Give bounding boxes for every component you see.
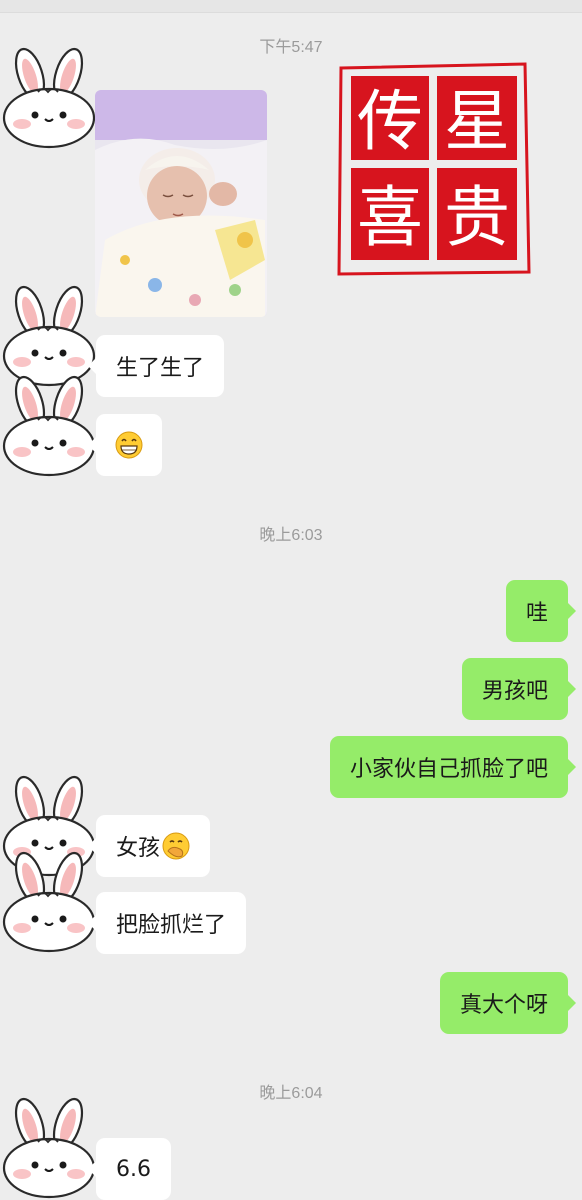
- message-bubble[interactable]: 女孩: [87, 815, 211, 877]
- message-bubble[interactable]: 6.6: [88, 1138, 171, 1200]
- top-divider: [0, 0, 582, 13]
- timestamp: 晚上6:03: [259, 527, 323, 544]
- message-text: 真大个呀: [459, 993, 548, 1018]
- seal-char: 喜: [357, 179, 423, 256]
- grinning-face-icon: [115, 431, 143, 459]
- contact-avatar[interactable]: [0, 284, 98, 388]
- bunny-avatar-icon: [0, 850, 98, 954]
- message-bubble[interactable]: 小家伙自己抓脸了吧: [329, 736, 577, 798]
- message-text: 生了生了: [116, 356, 205, 381]
- message-text: 男孩吧: [481, 679, 548, 704]
- seal-char: 星: [444, 83, 510, 160]
- bunny-avatar-icon: [0, 374, 98, 478]
- message-bubble[interactable]: 把脸抓烂了: [87, 892, 247, 954]
- message-bubble[interactable]: 哇: [505, 580, 577, 642]
- message-text: 哇: [525, 601, 548, 626]
- contact-avatar[interactable]: [0, 374, 98, 478]
- contact-avatar[interactable]: [0, 46, 98, 150]
- message-text: 6.6: [116, 1156, 151, 1182]
- bunny-avatar-icon: [0, 284, 98, 388]
- contact-avatar[interactable]: [0, 1096, 98, 1200]
- message-text: 小家伙自己抓脸了吧: [349, 757, 548, 782]
- message-text: 女孩: [116, 836, 161, 861]
- hand-over-mouth-face-icon: [162, 832, 190, 860]
- message-bubble[interactable]: 生了生了: [87, 335, 225, 397]
- seal-stamp-icon: 传 星 喜 贵: [337, 62, 531, 276]
- message-text: 把脸抓烂了: [116, 913, 227, 938]
- message-bubble[interactable]: 男孩吧: [461, 658, 577, 720]
- bunny-avatar-icon: [0, 46, 98, 150]
- seal-stamp-image: 传 星 喜 贵: [333, 58, 533, 278]
- message-bubble[interactable]: [88, 414, 162, 476]
- contact-avatar[interactable]: [0, 850, 98, 954]
- seal-char: 传: [357, 83, 423, 160]
- newborn-baby-photo: [95, 90, 267, 317]
- seal-char: 贵: [444, 179, 510, 256]
- bunny-avatar-icon: [0, 1096, 98, 1200]
- baby-photo-message[interactable]: [95, 90, 267, 317]
- message-bubble[interactable]: 真大个呀: [439, 972, 577, 1034]
